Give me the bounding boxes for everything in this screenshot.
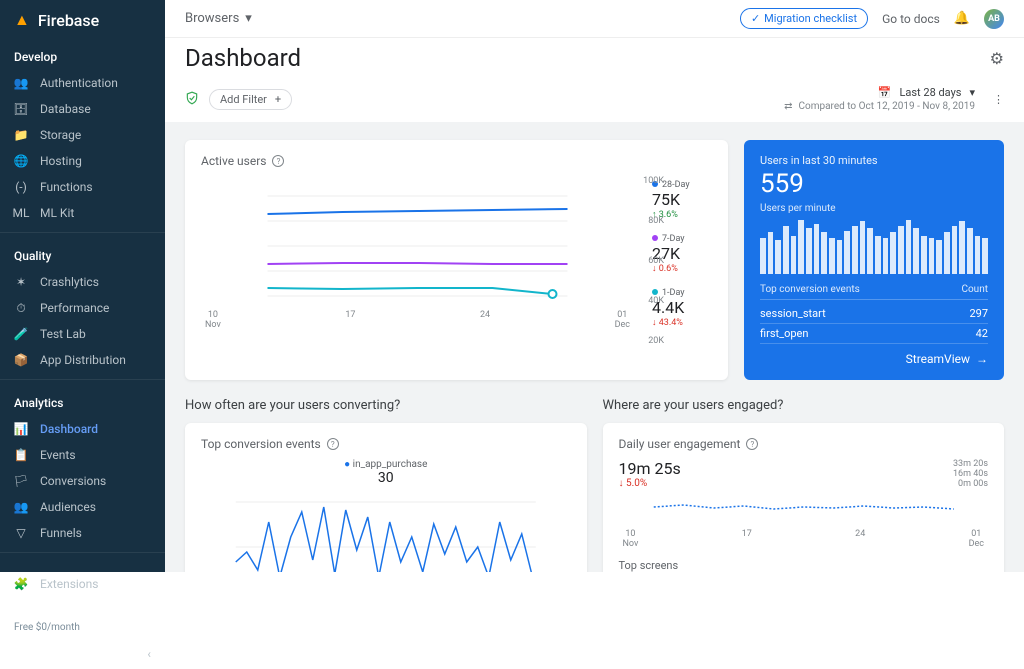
app-distribution-icon: 📦 [14, 353, 28, 367]
conversion-value: 30 [201, 470, 571, 486]
realtime-event-row[interactable]: first_open42 [760, 324, 988, 344]
active-users-card: Active users ? [185, 140, 728, 380]
realtime-title: Users in last 30 minutes [760, 154, 988, 167]
realtime-event-row[interactable]: session_start297 [760, 304, 988, 324]
conversions-question: How often are your users converting? [185, 398, 587, 413]
add-filter-button[interactable]: Add Filter + [209, 89, 292, 110]
funnels-icon: ▽ [14, 526, 28, 540]
crashlytics-icon: ✶ [14, 275, 28, 289]
sidebar-item-database[interactable]: 🗄Database [0, 96, 165, 122]
sidebar: ▲ Firebase Develop👥Authentication🗄Databa… [0, 0, 165, 572]
realtime-users-card: Users in last 30 minutes 559 Users per m… [744, 140, 1004, 380]
checklist-icon: ✓ [751, 12, 760, 25]
hosting-icon: 🌐 [14, 154, 28, 168]
sidebar-plan-footer: Spark Free $0/month Upgrade [0, 597, 165, 643]
sidebar-section-title: Quality [0, 239, 165, 269]
plus-icon: + [275, 93, 281, 106]
bell-icon[interactable]: 🔔 [954, 11, 970, 26]
flame-icon: ▲ [14, 10, 30, 30]
page-title: Dashboard [185, 44, 301, 72]
conversions-card: Top conversion events ? ● in_app_purchas… [185, 423, 587, 572]
engagement-chart [619, 493, 989, 527]
sidebar-section-title: Analytics [0, 386, 165, 416]
performance-icon: ⏱ [14, 301, 28, 315]
authentication-icon: 👥 [14, 76, 28, 90]
realtime-bars-chart [760, 220, 988, 274]
breadcrumb[interactable]: Browsers ▾ [185, 11, 252, 26]
top-screens-title: Top screens [619, 559, 989, 572]
sidebar-item-crashlytics[interactable]: ✶Crashlytics [0, 269, 165, 295]
sidebar-item-events[interactable]: 📋Events [0, 442, 165, 468]
conversions-icon: 🏳 [14, 474, 28, 488]
engagement-delta: ↓ 5.0% [619, 478, 681, 489]
calendar-icon: 📅 [878, 86, 892, 99]
sidebar-item-performance[interactable]: ⏱Performance [0, 295, 165, 321]
engagement-question: Where are your users engaged? [603, 398, 1005, 413]
realtime-value: 559 [760, 169, 988, 199]
engagement-value: 19m 25s [619, 459, 681, 478]
chevron-down-icon: ▾ [969, 86, 975, 99]
sidebar-item-funnels[interactable]: ▽Funnels [0, 520, 165, 546]
sidebar-section-title: Develop [0, 40, 165, 70]
extensions-icon: 🧩 [14, 577, 28, 591]
compared-to-text: ⇄ Compared to Oct 12, 2019 - Nov 8, 2019 [784, 101, 975, 112]
engagement-card: Daily user engagement ? 19m 25s ↓ 5.0% 3… [603, 423, 1005, 572]
sidebar-item-test-lab[interactable]: 🧪Test Lab [0, 321, 165, 347]
sidebar-item-extensions[interactable]: 🧩 Extensions [0, 571, 165, 597]
help-icon[interactable]: ? [746, 438, 758, 450]
sidebar-item-app-distribution[interactable]: 📦App Distribution [0, 347, 165, 373]
sidebar-item-authentication[interactable]: 👥Authentication [0, 70, 165, 96]
audiences-icon: 👥 [14, 500, 28, 514]
help-icon[interactable]: ? [327, 438, 339, 450]
topbar: Browsers ▾ ✓ Migration checklist Go to d… [165, 0, 1024, 38]
active-users-chart: 10 Nov172401 Dec 100K80K60K40K20K [201, 176, 634, 366]
kebab-menu-icon[interactable]: ⋮ [993, 93, 1004, 106]
sidebar-item-hosting[interactable]: 🌐Hosting [0, 148, 165, 174]
migration-checklist-button[interactable]: ✓ Migration checklist [740, 8, 868, 29]
arrow-right-icon: → [976, 352, 988, 366]
firebase-logo[interactable]: ▲ Firebase [0, 0, 165, 40]
chevron-down-icon: ▾ [245, 11, 252, 26]
realtime-sub: Users per minute [760, 203, 988, 214]
main: Browsers ▾ ✓ Migration checklist Go to d… [165, 0, 1024, 572]
compare-icon: ⇄ [784, 101, 792, 112]
events-icon: 📋 [14, 448, 28, 462]
shield-icon [185, 91, 199, 108]
ml-kit-icon: ML [14, 206, 28, 220]
plan-name: Spark [14, 608, 80, 622]
brand-name: Firebase [38, 11, 99, 30]
storage-icon: 📁 [14, 128, 28, 142]
sidebar-item-ml-kit[interactable]: MLML Kit [0, 200, 165, 226]
date-range-selector[interactable]: 📅 Last 28 days ▾ [784, 86, 975, 99]
database-icon: 🗄 [14, 102, 28, 116]
sidebar-item-dashboard[interactable]: 📊Dashboard [0, 416, 165, 442]
functions-icon: (-) [14, 180, 28, 194]
conversions-chart: 10 Nov172401 Dec [201, 492, 571, 572]
test-lab-icon: 🧪 [14, 327, 28, 341]
avatar[interactable]: AB [984, 9, 1004, 29]
active-users-title: Active users [201, 154, 266, 168]
sidebar-item-conversions[interactable]: 🏳Conversions [0, 468, 165, 494]
sidebar-item-audiences[interactable]: 👥Audiences [0, 494, 165, 520]
customize-dashboard-icon[interactable]: ⚙ [990, 49, 1004, 68]
sidebar-collapse-button[interactable]: ‹ [0, 643, 165, 669]
sidebar-item-functions[interactable]: (-)Functions [0, 174, 165, 200]
streamview-link[interactable]: StreamView → [760, 344, 988, 366]
plan-sub: Free $0/month [14, 622, 80, 633]
help-icon[interactable]: ? [272, 155, 284, 167]
upgrade-link[interactable]: Upgrade [110, 614, 151, 627]
dashboard-icon: 📊 [14, 422, 28, 436]
go-to-docs-link[interactable]: Go to docs [882, 12, 940, 26]
sidebar-item-storage[interactable]: 📁Storage [0, 122, 165, 148]
